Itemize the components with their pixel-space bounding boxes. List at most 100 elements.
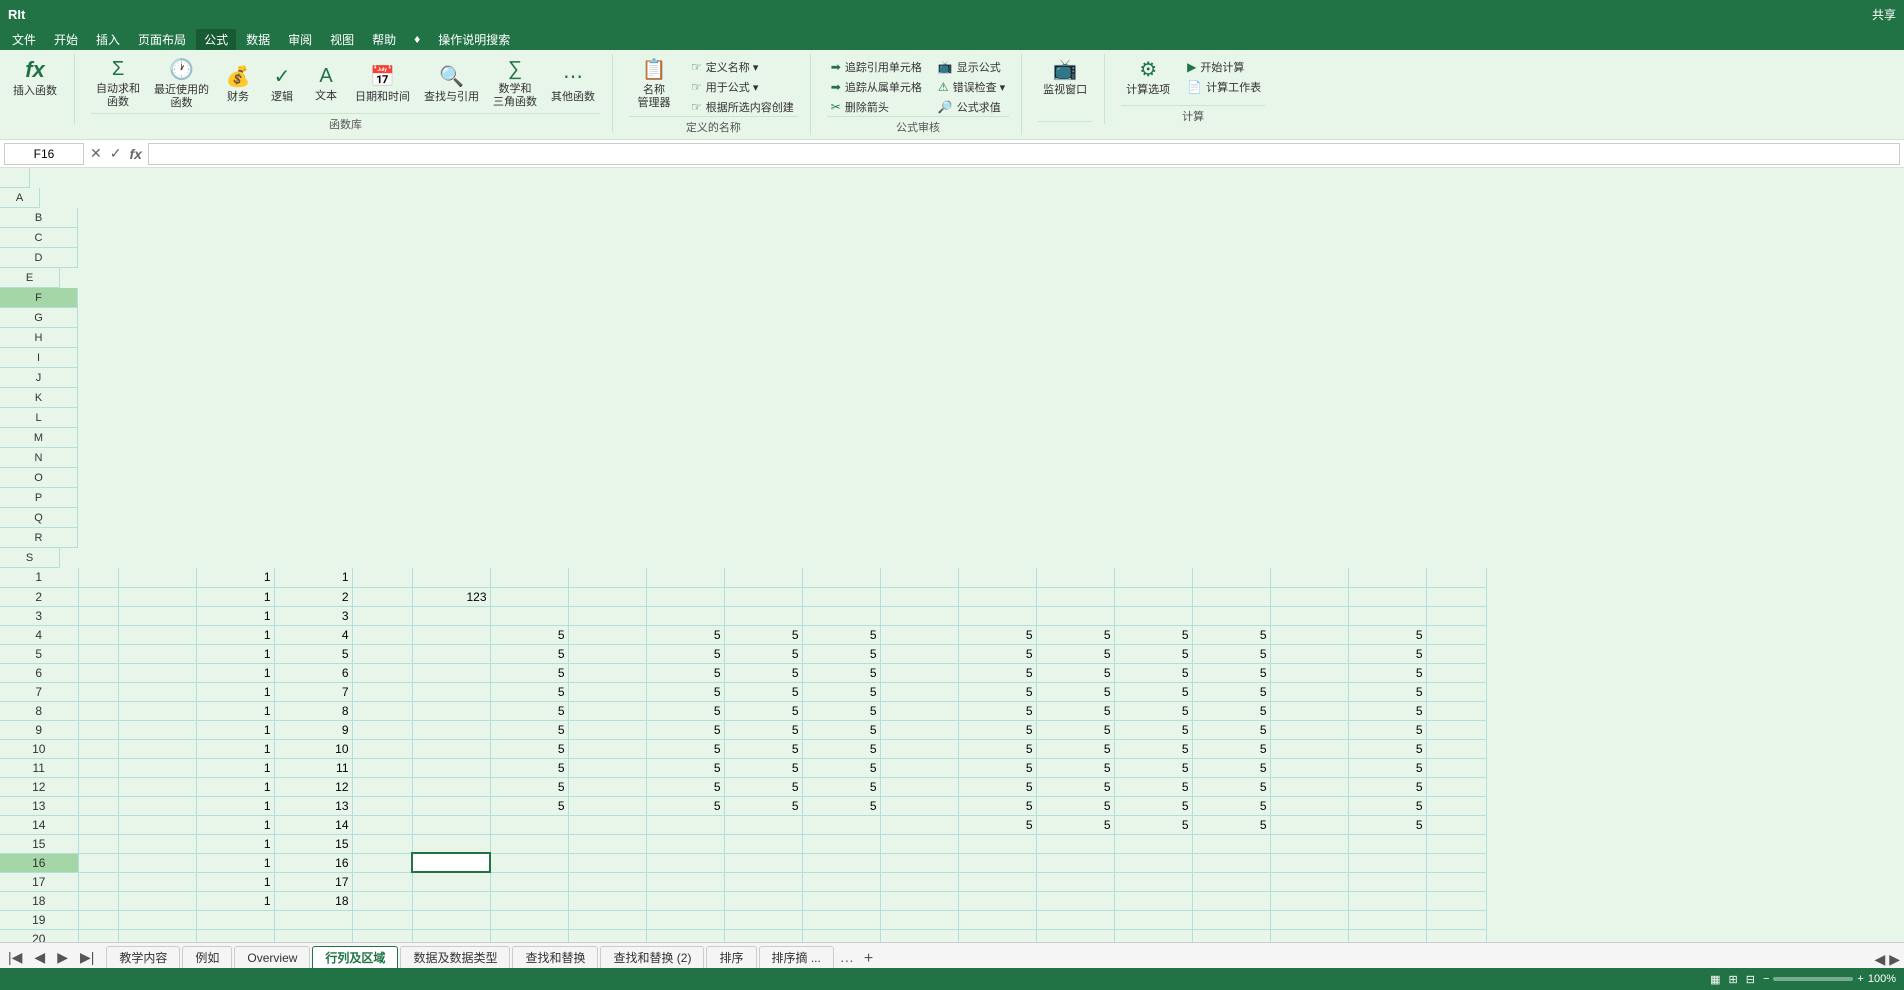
cell-E7[interactable] — [352, 682, 412, 701]
tab-rows-cols[interactable]: 行列及区域 — [312, 946, 398, 968]
col-header-L[interactable]: L — [0, 408, 78, 428]
cell-P14[interactable]: 5 — [1192, 815, 1270, 834]
cell-N11[interactable]: 5 — [1036, 758, 1114, 777]
cell-L15[interactable] — [880, 834, 958, 853]
cell-C18[interactable]: 1 — [196, 891, 274, 910]
cell-E17[interactable] — [352, 872, 412, 891]
cell-F7[interactable] — [412, 682, 490, 701]
cell-F20[interactable] — [412, 929, 490, 942]
cell-Q8[interactable] — [1270, 701, 1348, 720]
cell-H12[interactable] — [568, 777, 646, 796]
cell-P10[interactable]: 5 — [1192, 739, 1270, 758]
cell-C8[interactable]: 1 — [196, 701, 274, 720]
cell-P9[interactable]: 5 — [1192, 720, 1270, 739]
cell-S12[interactable] — [1426, 777, 1486, 796]
cell-L1[interactable] — [880, 568, 958, 587]
cell-P7[interactable]: 5 — [1192, 682, 1270, 701]
tab-overview[interactable]: Overview — [234, 946, 310, 968]
lookup-button[interactable]: 🔍 查找与引用 — [419, 61, 484, 107]
cell-C14[interactable]: 1 — [196, 815, 274, 834]
cell-H10[interactable] — [568, 739, 646, 758]
cell-R9[interactable]: 5 — [1348, 720, 1426, 739]
cell-M12[interactable]: 5 — [958, 777, 1036, 796]
cell-K5[interactable]: 5 — [802, 644, 880, 663]
recent-functions-button[interactable]: 🕐 最近使用的函数 — [149, 54, 214, 113]
cell-J14[interactable] — [724, 815, 802, 834]
view-normal-icon[interactable]: ▦ — [1710, 973, 1720, 986]
cell-S7[interactable] — [1426, 682, 1486, 701]
cell-J9[interactable]: 5 — [724, 720, 802, 739]
menu-view[interactable]: 视图 — [322, 29, 362, 50]
cell-S20[interactable] — [1426, 929, 1486, 942]
cell-M16[interactable] — [958, 853, 1036, 872]
menu-file[interactable]: 文件 — [4, 29, 44, 50]
menu-home[interactable]: 开始 — [46, 29, 86, 50]
cell-P18[interactable] — [1192, 891, 1270, 910]
col-header-H[interactable]: H — [0, 328, 78, 348]
cell-R6[interactable]: 5 — [1348, 663, 1426, 682]
cell-J1[interactable] — [724, 568, 802, 587]
cell-K7[interactable]: 5 — [802, 682, 880, 701]
cell-B20[interactable] — [118, 929, 196, 942]
col-header-P[interactable]: P — [0, 488, 78, 508]
scroll-left-icon[interactable]: ◀ — [1874, 951, 1885, 968]
cell-J3[interactable] — [724, 606, 802, 625]
cell-A19[interactable] — [78, 910, 118, 929]
cell-G17[interactable] — [490, 872, 568, 891]
cell-R12[interactable]: 5 — [1348, 777, 1426, 796]
insert-function-button[interactable]: fx 插入函数 — [8, 54, 62, 101]
cell-O16[interactable] — [1114, 853, 1192, 872]
cell-H19[interactable] — [568, 910, 646, 929]
cell-D11[interactable]: 11 — [274, 758, 352, 777]
cell-N1[interactable] — [1036, 568, 1114, 587]
row-header-16[interactable]: 16 — [0, 853, 78, 872]
row-header-15[interactable]: 15 — [0, 834, 78, 853]
cell-N3[interactable] — [1036, 606, 1114, 625]
cell-G4[interactable]: 5 — [490, 625, 568, 644]
cell-B8[interactable] — [118, 701, 196, 720]
cell-K13[interactable]: 5 — [802, 796, 880, 815]
cell-F10[interactable] — [412, 739, 490, 758]
cell-E13[interactable] — [352, 796, 412, 815]
cell-L3[interactable] — [880, 606, 958, 625]
cell-J7[interactable]: 5 — [724, 682, 802, 701]
cell-F11[interactable] — [412, 758, 490, 777]
cell-C9[interactable]: 1 — [196, 720, 274, 739]
cell-G10[interactable]: 5 — [490, 739, 568, 758]
cell-G19[interactable] — [490, 910, 568, 929]
cell-E14[interactable] — [352, 815, 412, 834]
cell-C12[interactable]: 1 — [196, 777, 274, 796]
cell-L8[interactable] — [880, 701, 958, 720]
logic-button[interactable]: ✓ 逻辑 — [262, 61, 302, 107]
cell-B6[interactable] — [118, 663, 196, 682]
zoom-slider[interactable] — [1773, 977, 1853, 981]
col-header-B[interactable]: B — [0, 208, 78, 228]
cell-E10[interactable] — [352, 739, 412, 758]
cell-G11[interactable]: 5 — [490, 758, 568, 777]
cell-I9[interactable]: 5 — [646, 720, 724, 739]
cell-L7[interactable] — [880, 682, 958, 701]
cell-Q16[interactable] — [1270, 853, 1348, 872]
cell-D17[interactable]: 17 — [274, 872, 352, 891]
cell-F8[interactable] — [412, 701, 490, 720]
cell-N9[interactable]: 5 — [1036, 720, 1114, 739]
menu-insert[interactable]: 插入 — [88, 29, 128, 50]
cell-E16[interactable] — [352, 853, 412, 872]
cell-K18[interactable] — [802, 891, 880, 910]
cell-Q5[interactable] — [1270, 644, 1348, 663]
cell-A4[interactable] — [78, 625, 118, 644]
cell-K10[interactable]: 5 — [802, 739, 880, 758]
cell-S19[interactable] — [1426, 910, 1486, 929]
cell-E3[interactable] — [352, 606, 412, 625]
other-functions-button[interactable]: ⋯ 其他函数 — [546, 61, 600, 107]
cell-O9[interactable]: 5 — [1114, 720, 1192, 739]
col-header-J[interactable]: J — [0, 368, 78, 388]
cell-N20[interactable] — [1036, 929, 1114, 942]
cell-Q20[interactable] — [1270, 929, 1348, 942]
cell-G14[interactable] — [490, 815, 568, 834]
cell-J20[interactable] — [724, 929, 802, 942]
row-header-10[interactable]: 10 — [0, 739, 78, 758]
cell-Q6[interactable] — [1270, 663, 1348, 682]
cell-N18[interactable] — [1036, 891, 1114, 910]
cell-I3[interactable] — [646, 606, 724, 625]
